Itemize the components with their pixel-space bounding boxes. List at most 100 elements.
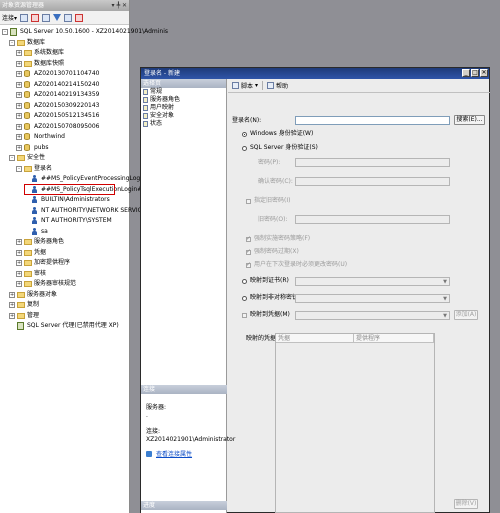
folder-icon xyxy=(17,302,25,308)
tree-item[interactable]: NT AUTHORITY\SYSTEM xyxy=(0,216,130,226)
asym-key-mapped-radio[interactable] xyxy=(242,296,247,301)
login-name-input[interactable] xyxy=(295,116,450,125)
tree-item[interactable]: + 服务器对象 xyxy=(0,290,130,300)
tree-item[interactable]: + 系统数据库 xyxy=(0,48,130,58)
collapse-icon[interactable]: - xyxy=(9,39,15,46)
tree-item[interactable]: + 复制 xyxy=(0,300,130,310)
expand-icon[interactable]: + xyxy=(16,134,22,140)
specify-old-password-checkbox[interactable] xyxy=(246,199,251,204)
tree-item[interactable]: - 登录名 xyxy=(0,164,130,174)
must-change-checkbox[interactable] xyxy=(246,261,251,268)
tree-item[interactable]: + AZ020140219134359 xyxy=(0,90,130,100)
expand-icon[interactable]: + xyxy=(9,291,15,298)
grid-column-provider[interactable]: 提供程序 xyxy=(354,334,434,342)
minimize-button[interactable]: _ xyxy=(462,69,470,77)
tree-item[interactable]: - SQL Server 10.50.1600 - XZ2014021901\Ad… xyxy=(0,27,168,37)
expand-icon[interactable]: + xyxy=(16,81,22,88)
map-to-credential-checkbox[interactable] xyxy=(242,313,247,318)
cert-combo[interactable]: ▼ xyxy=(295,277,450,286)
page-server-roles[interactable]: 服务器角色 xyxy=(141,96,226,104)
tree-item[interactable]: + 凭据 xyxy=(0,248,130,258)
tree-item[interactable]: + 服务器角色 xyxy=(0,237,130,247)
folder-icon xyxy=(24,60,32,67)
collapse-icon[interactable]: - xyxy=(9,155,15,161)
asym-key-combo[interactable]: ▼ xyxy=(295,294,450,303)
credential-combo[interactable]: ▼ xyxy=(295,311,450,320)
expand-icon[interactable]: + xyxy=(16,144,22,151)
tree-item[interactable]: BUILTIN\Administrators xyxy=(0,195,130,205)
sql-auth-radio[interactable] xyxy=(242,146,247,151)
expand-icon[interactable]: + xyxy=(16,123,22,130)
windows-auth-radio[interactable] xyxy=(242,132,247,137)
expand-icon[interactable]: + xyxy=(9,302,15,308)
expand-icon[interactable]: + xyxy=(9,312,15,319)
agent-icon xyxy=(17,322,24,330)
tree-item[interactable]: NT AUTHORITY\NETWORK SERVICE xyxy=(0,206,146,216)
collapse-icon[interactable]: - xyxy=(2,29,8,35)
enforce-expiration-checkbox[interactable] xyxy=(246,248,251,255)
page-securables[interactable]: 安全对象 xyxy=(141,112,226,120)
help-button[interactable]: 帮助 xyxy=(276,81,288,90)
expand-icon[interactable]: + xyxy=(16,249,22,256)
expand-icon[interactable]: + xyxy=(16,239,22,245)
expand-icon[interactable]: + xyxy=(16,260,22,266)
tree-item[interactable]: sa xyxy=(0,227,130,237)
tree-item[interactable]: + Northwind xyxy=(0,132,130,142)
expand-icon[interactable]: + xyxy=(16,50,22,56)
tree-item-label: 服务器角色 xyxy=(34,238,65,245)
tree-item[interactable]: + AZ020140214150240 xyxy=(0,80,130,90)
collapse-icon[interactable]: - xyxy=(16,165,22,172)
tree-item[interactable]: - 数据库 xyxy=(0,38,130,48)
summary-icon[interactable] xyxy=(75,13,84,22)
tree-item[interactable]: + AZ020150309220143 xyxy=(0,101,130,111)
page-user-mapping[interactable]: 用户映射 xyxy=(141,104,226,112)
expand-icon[interactable]: + xyxy=(16,281,22,287)
script-dropdown-icon[interactable]: ▾ xyxy=(255,82,258,89)
expand-icon[interactable]: + xyxy=(16,60,22,67)
script-icon[interactable] xyxy=(232,82,239,89)
tree-item[interactable]: - 安全性 xyxy=(0,153,130,163)
tree-item[interactable]: + 服务器审核规范 xyxy=(0,279,130,289)
confirm-password-input[interactable] xyxy=(295,177,450,186)
connect-dropdown[interactable]: 连接▾ xyxy=(2,13,17,22)
old-password-input[interactable] xyxy=(295,215,450,224)
expand-icon[interactable]: + xyxy=(16,102,22,109)
expand-icon[interactable]: + xyxy=(16,113,22,119)
tree-item[interactable]: + AZ020150708095006 xyxy=(0,122,130,132)
panel-pin-controls[interactable]: ▾ ╇ ✕ xyxy=(109,0,129,11)
search-button[interactable]: 搜索(E)... xyxy=(454,115,485,125)
connect-icon[interactable] xyxy=(20,13,29,22)
tree-item[interactable]: + 加密提供程序 xyxy=(0,258,130,268)
help-icon[interactable] xyxy=(267,82,275,89)
tree-item[interactable]: + 管理 xyxy=(0,311,130,321)
stop-icon[interactable] xyxy=(42,13,51,22)
grid-column-credential[interactable]: 凭据 xyxy=(276,334,354,342)
refresh-icon[interactable] xyxy=(64,13,73,22)
enforce-policy-checkbox[interactable] xyxy=(246,235,251,242)
script-button[interactable]: 脚本 xyxy=(241,81,253,90)
tree-item[interactable]: SQL Server 代理(已禁用代理 XP) xyxy=(0,321,130,331)
add-credential-button[interactable]: 添加(A) xyxy=(454,310,478,320)
tree-item[interactable]: ##MS_PolicyEventProcessingLogin## xyxy=(0,174,156,184)
maximize-button[interactable]: □ xyxy=(471,69,479,77)
view-connection-properties-link[interactable]: 查看连接属性 xyxy=(141,450,227,459)
remove-credential-button[interactable]: 删除(V) xyxy=(454,499,478,509)
expand-icon[interactable]: + xyxy=(16,71,22,77)
expand-icon[interactable]: + xyxy=(16,270,22,277)
expand-icon[interactable]: + xyxy=(16,92,22,98)
password-input[interactable] xyxy=(295,158,450,167)
tree-item[interactable]: + 审核 xyxy=(0,269,130,279)
tree-item[interactable]: + AZ020130701104740 xyxy=(0,69,130,79)
connection-header: 连接 xyxy=(141,385,227,394)
tree-item[interactable]: + AZ020150512134516 xyxy=(0,111,130,121)
tree-item[interactable]: + pubs xyxy=(0,143,130,153)
cert-mapped-radio[interactable] xyxy=(242,279,247,284)
disconnect-icon[interactable] xyxy=(31,13,40,22)
tree-item-label: 数据库 xyxy=(27,38,46,46)
mapped-credentials-grid[interactable]: 凭据 提供程序 xyxy=(275,333,435,513)
close-button[interactable]: ✕ xyxy=(480,69,488,77)
tree-item[interactable]: + 数据库快照 xyxy=(0,59,130,69)
page-general[interactable]: 常规 xyxy=(141,88,226,96)
page-status[interactable]: 状态 xyxy=(141,120,226,128)
filter-icon[interactable] xyxy=(53,14,62,21)
